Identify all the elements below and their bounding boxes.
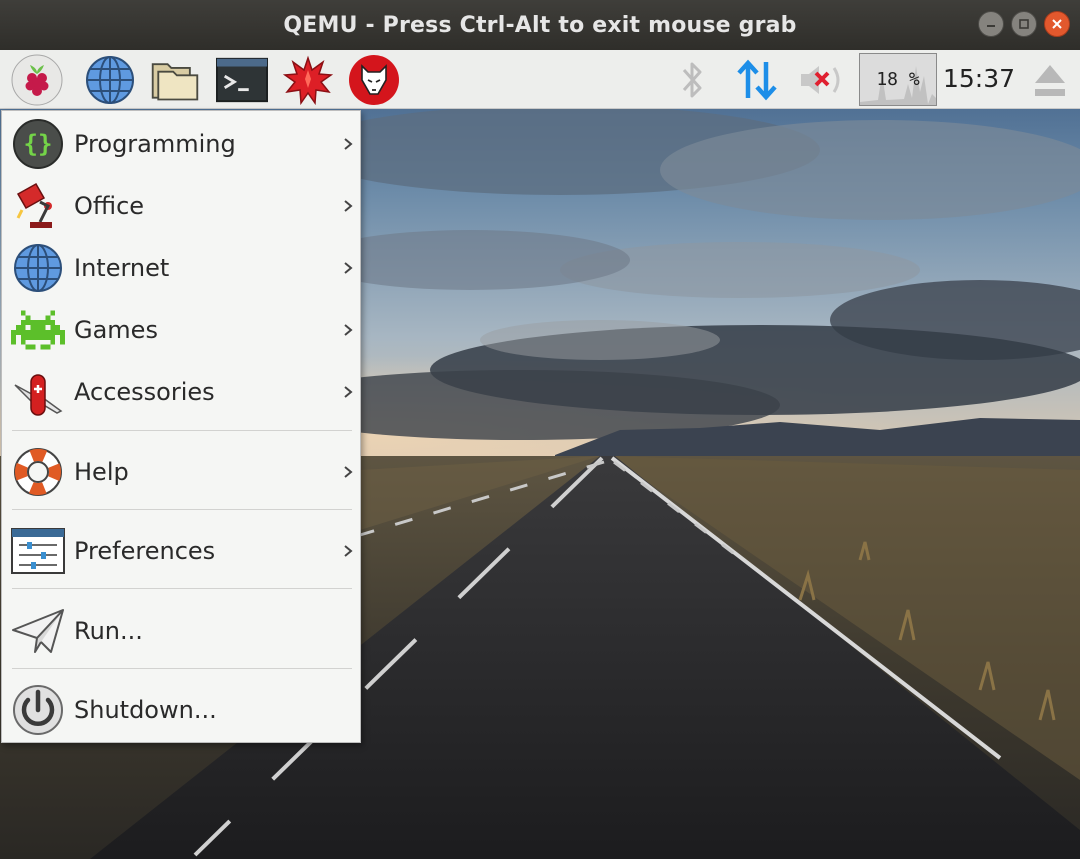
close-button[interactable] [1044,11,1070,37]
menu-item-label: Shutdown... [74,696,217,724]
volume-muted-icon [801,66,840,94]
chevron-right-icon [344,138,353,150]
menu-item-help[interactable]: Help [2,441,360,503]
file-manager-launcher[interactable] [149,54,201,106]
menu-item-games[interactable]: Games [2,299,360,361]
raspberry-icon [11,54,63,106]
menu-separator [12,430,352,431]
chevron-right-icon [344,324,353,336]
space-invader-icon [11,303,65,357]
programming-icon: {} [11,117,65,171]
cpu-usage-monitor[interactable]: 18 % [859,53,937,106]
raspberry-menu-button[interactable] [11,54,63,106]
menu-item-shutdown[interactable]: Shutdown... [2,679,360,741]
chevron-right-icon [344,545,353,557]
paper-plane-icon [11,604,65,658]
menu-item-label: Help [74,458,129,486]
menu-separator [12,509,352,510]
menu-item-label: Programming [74,130,236,158]
folder-icon [151,63,199,101]
bluetooth-button[interactable] [676,54,710,106]
pocket-knife-icon [11,365,65,419]
globe-icon [86,56,134,104]
preferences-icon [11,524,65,578]
network-button[interactable] [734,54,780,106]
office-lamp-icon [11,179,65,233]
web-browser-launcher[interactable] [84,54,136,106]
maximize-icon [1019,19,1029,29]
menu-item-label: Run... [74,617,143,645]
eject-icon [1035,65,1065,96]
menu-item-accessories[interactable]: Accessories [2,361,360,423]
menu-item-office[interactable]: Office [2,175,360,237]
minimize-icon [987,25,995,27]
lifebuoy-icon [11,445,65,499]
svg-text:{}: {} [24,130,53,158]
chevron-right-icon [344,262,353,274]
globe-icon [11,241,65,295]
mathematica-icon [283,55,333,105]
maximize-button[interactable] [1011,11,1037,37]
chevron-right-icon [344,200,353,212]
wolfram-launcher[interactable] [348,54,400,106]
wolfram-icon [349,55,399,105]
mathematica-launcher[interactable] [282,54,334,106]
clock[interactable]: 15:37 [943,64,1015,93]
terminal-icon [216,57,268,103]
cpu-usage-label: 18 % [876,69,920,90]
volume-button[interactable] [797,54,845,106]
menu-item-internet[interactable]: Internet [2,237,360,299]
application-menu: {} Programming Office Internet Games Acc… [1,110,361,743]
menu-separator [12,588,352,589]
chevron-right-icon [344,466,353,478]
bluetooth-icon [682,62,702,98]
menu-separator [12,668,352,669]
menu-item-label: Preferences [74,537,216,565]
minimize-button[interactable] [978,11,1004,37]
qemu-title-bar[interactable]: QEMU - Press Ctrl-Alt to exit mouse grab [0,0,1080,50]
menu-item-label: Internet [74,254,170,282]
menu-item-programming[interactable]: {} Programming [2,113,360,175]
terminal-launcher[interactable] [216,54,268,106]
menu-item-run[interactable]: Run... [2,600,360,662]
close-icon [1052,19,1062,29]
menu-item-preferences[interactable]: Preferences [2,520,360,582]
menu-item-label: Office [74,192,145,220]
power-icon [11,683,65,737]
chevron-right-icon [344,386,353,398]
menu-item-label: Accessories [74,378,215,406]
window-controls [978,11,1070,37]
network-updown-icon [737,59,777,101]
menu-item-label: Games [74,316,158,344]
eject-button[interactable] [1028,54,1072,106]
window-title: QEMU - Press Ctrl-Alt to exit mouse grab [283,12,797,38]
